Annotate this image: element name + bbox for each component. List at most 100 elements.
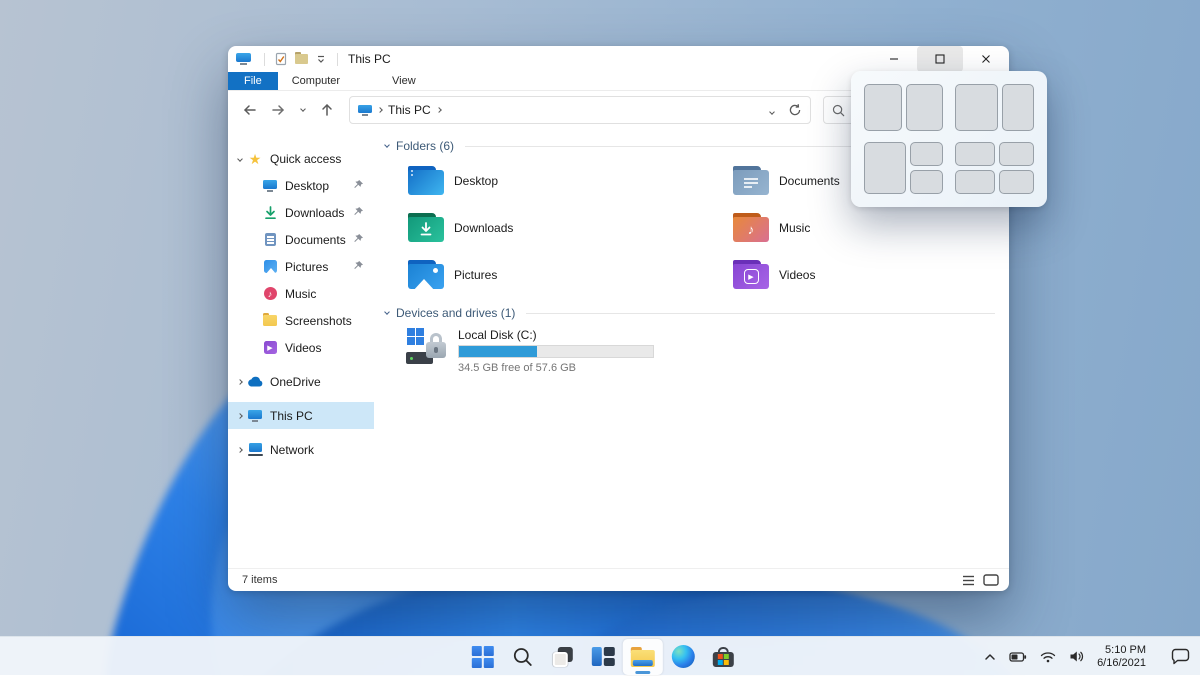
- pin-icon: [353, 206, 364, 217]
- sidebar-item-onedrive[interactable]: OneDrive: [228, 368, 374, 395]
- sidebar-item-label: Pictures: [285, 260, 328, 274]
- sidebar-item-pictures[interactable]: Pictures: [228, 253, 374, 280]
- folder-music-icon: ♪: [733, 213, 769, 242]
- up-button[interactable]: [315, 97, 339, 123]
- folder-item-downloads[interactable]: Downloads: [408, 204, 733, 251]
- star-icon: ★: [249, 152, 262, 166]
- navigation-pane: ★ Quick access Desktop Downloads: [228, 129, 374, 568]
- previous-locations-button[interactable]: [770, 103, 774, 117]
- large-thumbnails-view-button[interactable]: [983, 574, 999, 586]
- sidebar-item-label: Videos: [285, 341, 321, 355]
- titlebar[interactable]: This PC: [228, 46, 1009, 72]
- task-view-icon: [550, 644, 576, 670]
- snap-zone: [955, 84, 998, 131]
- forward-button[interactable]: [266, 97, 290, 123]
- search-icon: [512, 646, 534, 668]
- windows-start-icon: [472, 646, 494, 668]
- volume-button[interactable]: [1069, 650, 1084, 663]
- battery-button[interactable]: [1009, 651, 1027, 663]
- properties-button[interactable]: [271, 49, 291, 69]
- sidebar-item-downloads[interactable]: Downloads: [228, 199, 374, 226]
- tray-time: 5:10 PM: [1097, 644, 1146, 657]
- sidebar-item-label: Screenshots: [285, 314, 352, 328]
- chevron-down-icon: [384, 309, 390, 315]
- folder-item-videos[interactable]: ▶ Videos: [733, 251, 1009, 298]
- sidebar-item-network[interactable]: Network: [228, 436, 374, 463]
- refresh-button[interactable]: [788, 103, 802, 117]
- sidebar-item-label: Music: [285, 287, 316, 301]
- back-button[interactable]: [238, 97, 262, 123]
- taskbar-search-button[interactable]: [503, 639, 543, 675]
- widgets-button[interactable]: [583, 639, 623, 675]
- videos-icon: ▶: [264, 341, 277, 354]
- new-folder-button[interactable]: [291, 49, 311, 69]
- task-view-button[interactable]: [543, 639, 583, 675]
- maximize-button[interactable]: [917, 46, 963, 72]
- chevron-down-icon[interactable]: [237, 156, 243, 162]
- snap-zone: [864, 84, 902, 131]
- folder-item-label: Videos: [779, 268, 815, 282]
- sidebar-item-quick-access[interactable]: ★ Quick access: [228, 145, 374, 172]
- snap-layout-two-columns-wide-left[interactable]: [955, 84, 1034, 131]
- start-button[interactable]: [463, 639, 503, 675]
- recent-locations-button[interactable]: [294, 97, 311, 123]
- clock[interactable]: 5:10 PM 6/16/2021: [1097, 644, 1146, 670]
- folder-item-pictures[interactable]: Pictures: [408, 251, 733, 298]
- snap-zone: [999, 142, 1034, 166]
- edge-button[interactable]: [663, 639, 703, 675]
- sidebar-item-documents[interactable]: Documents: [228, 226, 374, 253]
- hidden-icons-chevron-icon: [984, 653, 996, 661]
- close-button[interactable]: [963, 46, 1009, 72]
- folder-item-music[interactable]: ♪ Music: [733, 204, 1009, 251]
- tab-computer[interactable]: Computer: [278, 72, 354, 90]
- folder-pictures-icon: [408, 260, 444, 289]
- snap-zone: [955, 142, 995, 166]
- onedrive-icon: [247, 376, 263, 387]
- details-view-button[interactable]: [962, 575, 975, 586]
- sidebar-item-videos[interactable]: ▶ Videos: [228, 334, 374, 361]
- address-bar[interactable]: This PC: [349, 96, 811, 124]
- customize-quick-access-toolbar-button[interactable]: [311, 49, 331, 69]
- snap-layout-quad-grid[interactable]: [955, 142, 1034, 195]
- snap-layout-left-full-right-stacked[interactable]: [864, 142, 943, 195]
- folder-item-label: Desktop: [454, 174, 498, 188]
- sidebar-item-label: Documents: [285, 233, 346, 247]
- sidebar-item-screenshots[interactable]: Screenshots: [228, 307, 374, 334]
- running-indicator: [635, 671, 650, 674]
- pictures-icon: [264, 260, 277, 273]
- sidebar-item-desktop[interactable]: Desktop: [228, 172, 374, 199]
- breadcrumb-this-pc[interactable]: This PC: [388, 103, 431, 117]
- section-header-devices[interactable]: Devices and drives (1): [385, 306, 995, 320]
- folder-documents-icon: [733, 166, 769, 195]
- snap-zone: [910, 142, 943, 166]
- snap-layout-two-columns-equal[interactable]: [864, 84, 943, 131]
- wifi-button[interactable]: [1040, 651, 1056, 663]
- forward-arrow-icon: [270, 102, 286, 118]
- large-thumbnails-view-icon: [983, 574, 999, 586]
- sidebar-item-music[interactable]: ♪ Music: [228, 280, 374, 307]
- taskbar: 5:10 PM 6/16/2021: [0, 636, 1200, 675]
- folder-item-label: Pictures: [454, 268, 497, 282]
- chevron-right-icon[interactable]: [237, 447, 243, 453]
- sidebar-item-this-pc[interactable]: This PC: [228, 402, 374, 429]
- chevron-right-icon[interactable]: [237, 379, 243, 385]
- chevron-right-icon[interactable]: [237, 413, 243, 419]
- snap-zone: [864, 142, 906, 195]
- file-explorer-button[interactable]: [623, 639, 663, 675]
- drive-item-local-disk-c[interactable]: Local Disk (C:) 34.5 GB free of 57.6 GB: [406, 328, 1009, 374]
- microsoft-store-button[interactable]: [703, 639, 743, 675]
- up-arrow-icon: [319, 102, 335, 118]
- taskbar-center-buttons: [463, 637, 743, 676]
- details-view-icon: [962, 575, 975, 586]
- tab-file[interactable]: File: [228, 72, 278, 90]
- chevron-down-icon: [384, 142, 390, 148]
- sidebar-item-label: OneDrive: [270, 375, 321, 389]
- hidden-icons-button[interactable]: [984, 653, 996, 661]
- tab-view[interactable]: View: [378, 72, 430, 90]
- drive-usage-bar: [458, 345, 654, 358]
- notifications-button[interactable]: [1171, 648, 1190, 665]
- minimize-button[interactable]: [871, 46, 917, 72]
- status-bar: 7 items: [228, 568, 1009, 591]
- snap-zone: [1002, 84, 1034, 131]
- folder-item-desktop[interactable]: Desktop: [408, 157, 733, 204]
